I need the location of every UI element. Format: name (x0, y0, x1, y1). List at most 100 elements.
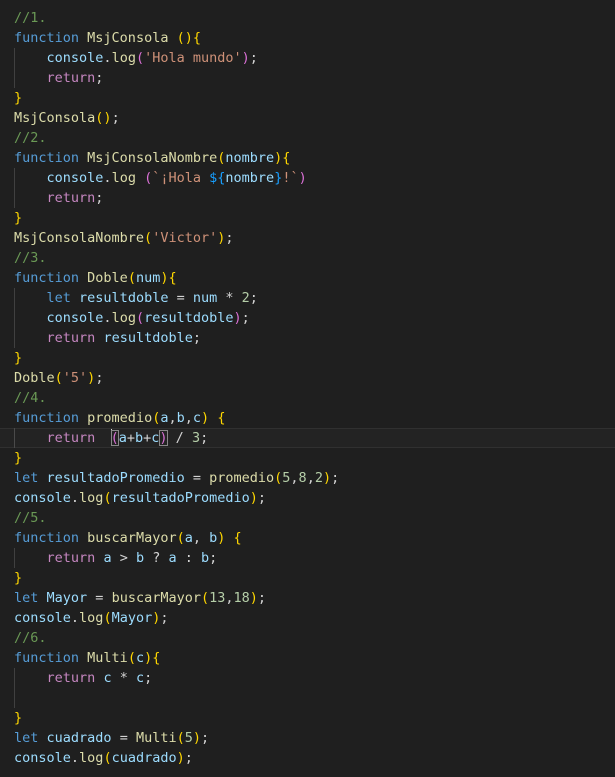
object-console: console (46, 170, 104, 186)
code-line[interactable]: console.log('Hola mundo'); (0, 48, 615, 68)
code-line[interactable]: console.log(resultadoPromedio); (0, 488, 615, 508)
comment-token: //3. (14, 250, 47, 266)
code-line[interactable]: return a > b ? a : b; (0, 548, 615, 568)
keyword-function: function (14, 270, 80, 286)
object-console: console (46, 310, 104, 326)
code-line[interactable]: function Doble(num){ (0, 268, 615, 288)
code-line[interactable]: } (0, 708, 615, 728)
function-name: Multi (87, 650, 128, 666)
bracket-match-open: ( (110, 430, 119, 446)
code-line[interactable]: console.log(Mayor); (0, 608, 615, 628)
code-line[interactable]: console.log(resultdoble); (0, 308, 615, 328)
code-line[interactable]: function MsjConsolaNombre(nombre){ (0, 148, 615, 168)
code-line[interactable]: function buscarMayor(a, b) { (0, 528, 615, 548)
code-line[interactable]: return resultdoble; (0, 328, 615, 348)
keyword-return: return (46, 330, 96, 346)
variable-name: Mayor (46, 590, 88, 606)
string-literal: '5' (62, 370, 88, 386)
code-line[interactable]: //1. (0, 8, 615, 28)
method-log: log (79, 490, 104, 506)
string-literal: 'Victor' (152, 230, 218, 246)
function-call: promedio (209, 470, 275, 486)
function-name: MsjConsola (87, 30, 169, 46)
code-line[interactable]: MsjConsola(); (0, 108, 615, 128)
variable-name: resultadoPromedio (46, 470, 185, 486)
parameter: num (135, 270, 161, 286)
code-line[interactable]: function MsjConsola (){ (0, 28, 615, 48)
code-line[interactable]: //5. (0, 508, 615, 528)
active-code-line[interactable]: return (a+b+c) / 3; (0, 428, 615, 448)
code-line[interactable]: function Multi(c){ (0, 648, 615, 668)
object-console: console (14, 750, 71, 766)
function-call: Doble (14, 370, 55, 386)
parameter: c (135, 650, 145, 666)
code-line[interactable]: let cuadrado = Multi(5); (0, 728, 615, 748)
keyword-function: function (14, 650, 80, 666)
method-log: log (79, 610, 104, 626)
function-call: MsjConsola (14, 110, 96, 126)
variable-name: resultdoble (79, 290, 169, 306)
code-line[interactable]: let resultdoble = num * 2; (0, 288, 615, 308)
code-line[interactable]: } (0, 448, 615, 468)
code-line[interactable]: return; (0, 188, 615, 208)
code-line[interactable]: } (0, 568, 615, 588)
function-call: buscarMayor (111, 590, 201, 606)
code-line[interactable]: function promedio(a,b,c) { (0, 408, 615, 428)
keyword-return: return (46, 70, 96, 86)
keyword-return: return (46, 670, 96, 686)
function-name: promedio (87, 410, 153, 426)
code-editor[interactable]: //1. function MsjConsola (){ console.log… (0, 0, 615, 777)
code-line[interactable]: return; (0, 68, 615, 88)
parameter: nombre (225, 150, 275, 166)
comment-token: //2. (14, 130, 47, 146)
code-line[interactable]: let resultadoPromedio = promedio(5,8,2); (0, 468, 615, 488)
variable-name: cuadrado (46, 730, 112, 746)
code-line-empty[interactable] (0, 688, 615, 708)
keyword-let: let (14, 470, 39, 486)
number-literal: 2 (241, 290, 250, 306)
function-call: MsjConsolaNombre (14, 230, 145, 246)
comment-token: //4. (14, 390, 47, 406)
code-line[interactable]: } (0, 208, 615, 228)
code-line[interactable]: console.log (`¡Hola ${nombre}!`) (0, 168, 615, 188)
code-line[interactable]: //6. (0, 628, 615, 648)
parameter: c (192, 410, 202, 426)
object-console: console (46, 50, 104, 66)
keyword-return: return (46, 550, 96, 566)
code-line[interactable]: //4. (0, 388, 615, 408)
parameter: b (176, 410, 185, 426)
function-name: MsjConsolaNombre (87, 150, 218, 166)
code-line[interactable]: } (0, 348, 615, 368)
object-console: console (14, 610, 71, 626)
function-name: buscarMayor (87, 530, 177, 546)
bracket-match-close: ) (159, 430, 168, 446)
keyword-let: let (14, 590, 39, 606)
comment-token: //1. (14, 10, 47, 26)
template-literal: `¡Hola (152, 170, 210, 186)
keyword-return: return (46, 190, 96, 206)
method-log: log (111, 310, 136, 326)
keyword-let: let (14, 730, 39, 746)
code-line[interactable]: console.log(cuadrado); (0, 748, 615, 768)
object-console: console (14, 490, 71, 506)
keyword-return: return (46, 430, 96, 446)
code-line[interactable]: let Mayor = buscarMayor(13,18); (0, 588, 615, 608)
template-expression: nombre (225, 170, 275, 186)
code-line[interactable]: } (0, 88, 615, 108)
code-line[interactable]: MsjConsolaNombre('Victor'); (0, 228, 615, 248)
keyword-function: function (14, 530, 80, 546)
code-line[interactable]: Doble('5'); (0, 368, 615, 388)
keyword-function: function (14, 30, 80, 46)
comment-token: //5. (14, 510, 47, 526)
keyword-function: function (14, 410, 80, 426)
function-call: Multi (135, 730, 177, 746)
keyword-function: function (14, 150, 80, 166)
method-log: log (111, 50, 136, 66)
code-line[interactable]: //3. (0, 248, 615, 268)
code-line[interactable]: return c * c; (0, 668, 615, 688)
parameter: a (184, 530, 193, 546)
code-line[interactable]: //2. (0, 128, 615, 148)
number-literal: 3 (191, 430, 201, 446)
comment-token: //6. (14, 630, 47, 646)
string-literal: 'Hola mundo' (144, 50, 242, 66)
